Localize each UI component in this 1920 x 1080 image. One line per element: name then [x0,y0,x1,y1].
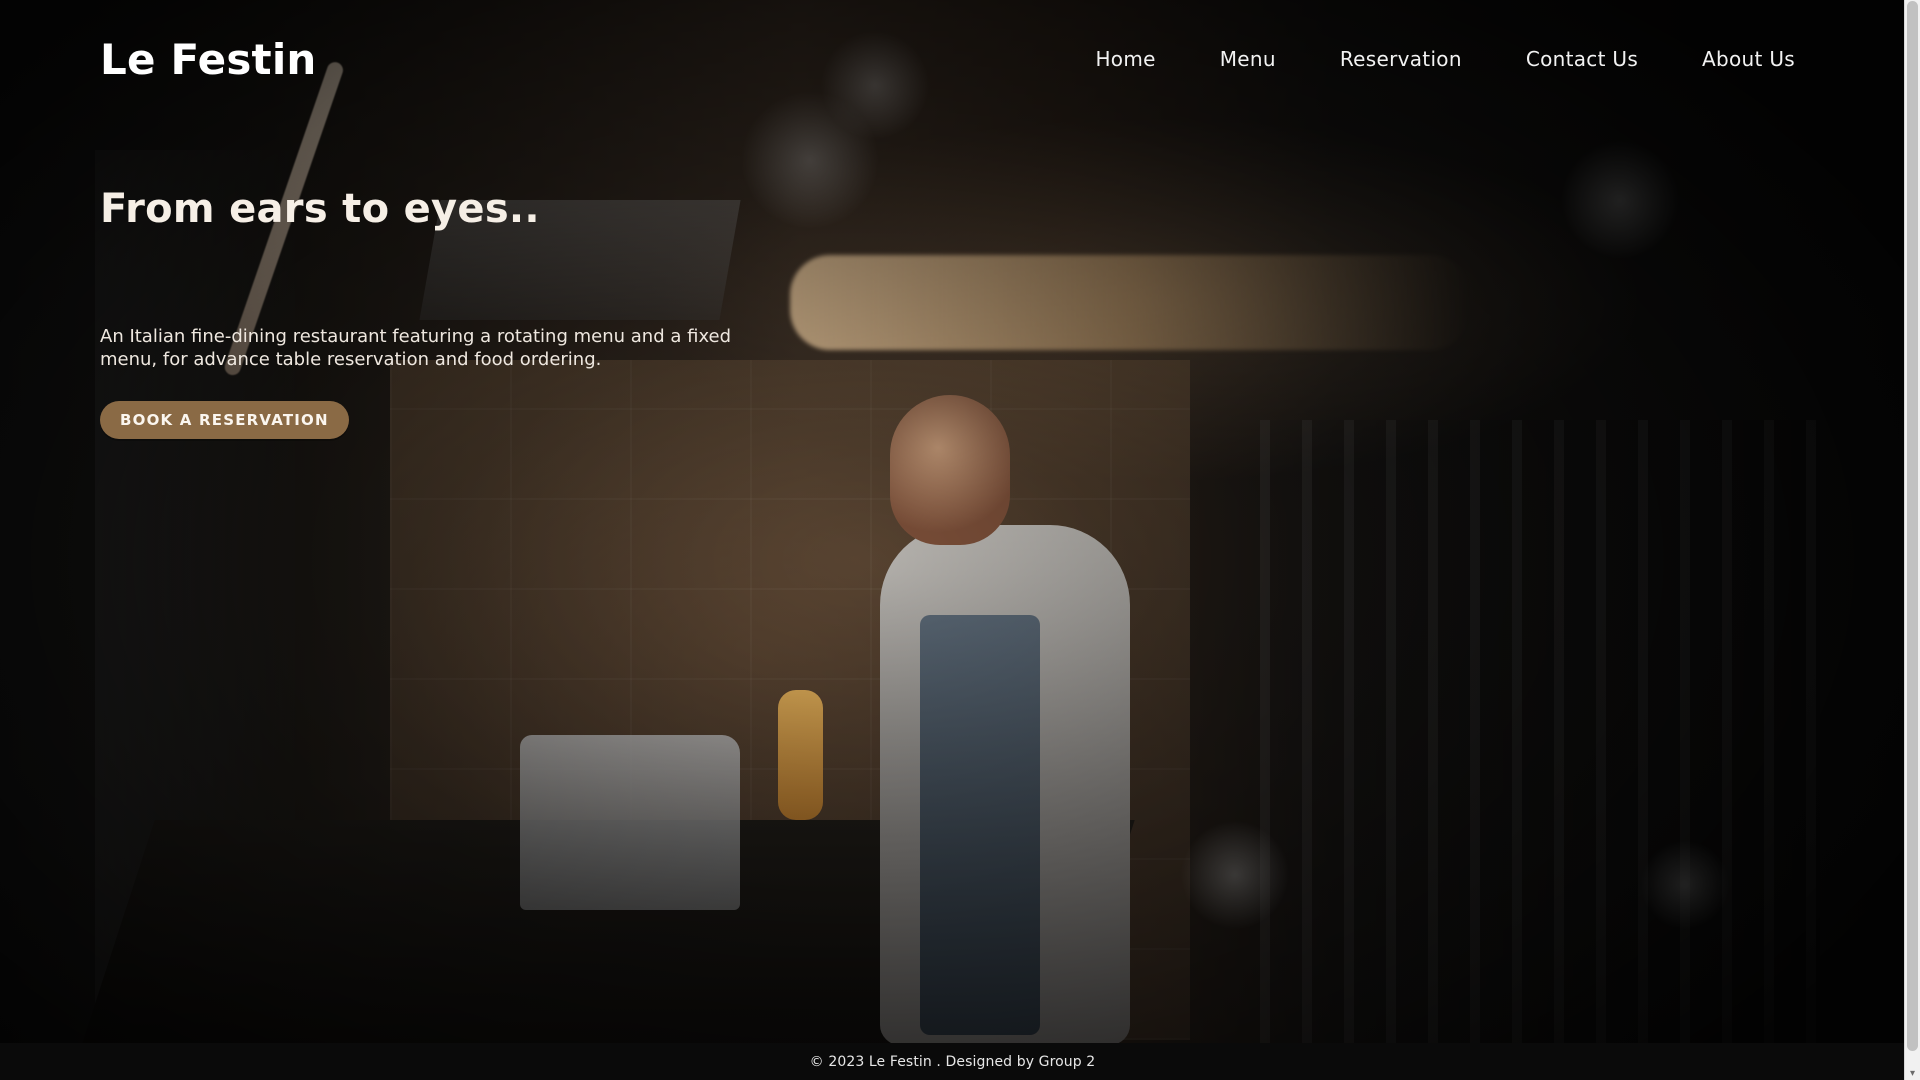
background-bokeh [1640,840,1730,930]
background-bokeh [1180,820,1290,930]
background-right-slats [1260,420,1820,1043]
nav-home-link[interactable]: Home [1095,47,1155,71]
page-scrollbar[interactable]: ▾ [1904,0,1920,1080]
chevron-down-icon[interactable]: ▾ [1908,1069,1917,1079]
background-pasta [778,690,823,820]
chef-apron [920,615,1040,1035]
hero-title: From ears to eyes.. [100,186,540,232]
nav-about-link[interactable]: About Us [1702,47,1795,71]
nav-contact-link[interactable]: Contact Us [1526,47,1638,71]
top-navigation: Le Festin Home Menu Reservation Contact … [0,0,1905,120]
site-brand[interactable]: Le Festin [100,35,317,84]
site-footer: © 2023 Le Festin . Designed by Group 2 [0,1043,1905,1080]
chef-head [890,395,1010,545]
scrollbar-thumb[interactable] [1907,1,1918,1051]
nav-menu: Home Menu Reservation Contact Us About U… [1095,47,1795,71]
nav-reservation-link[interactable]: Reservation [1340,47,1462,71]
background-pendant-lamp [790,255,1470,350]
book-reservation-button[interactable]: BOOK A RESERVATION [100,401,349,439]
hero-description: An Italian fine-dining restaurant featur… [100,326,732,370]
hero-copy: From ears to eyes.. An Italian fine-dini… [100,185,760,439]
background-bokeh [1560,140,1680,260]
footer-text: © 2023 Le Festin . Designed by Group 2 [809,1053,1096,1070]
background-mixer [520,735,740,910]
nav-menu-link[interactable]: Menu [1220,47,1276,71]
page-viewport: Le Festin Home Menu Reservation Contact … [0,0,1905,1080]
background-chef [870,395,1130,1045]
hero-background [0,0,1905,1050]
